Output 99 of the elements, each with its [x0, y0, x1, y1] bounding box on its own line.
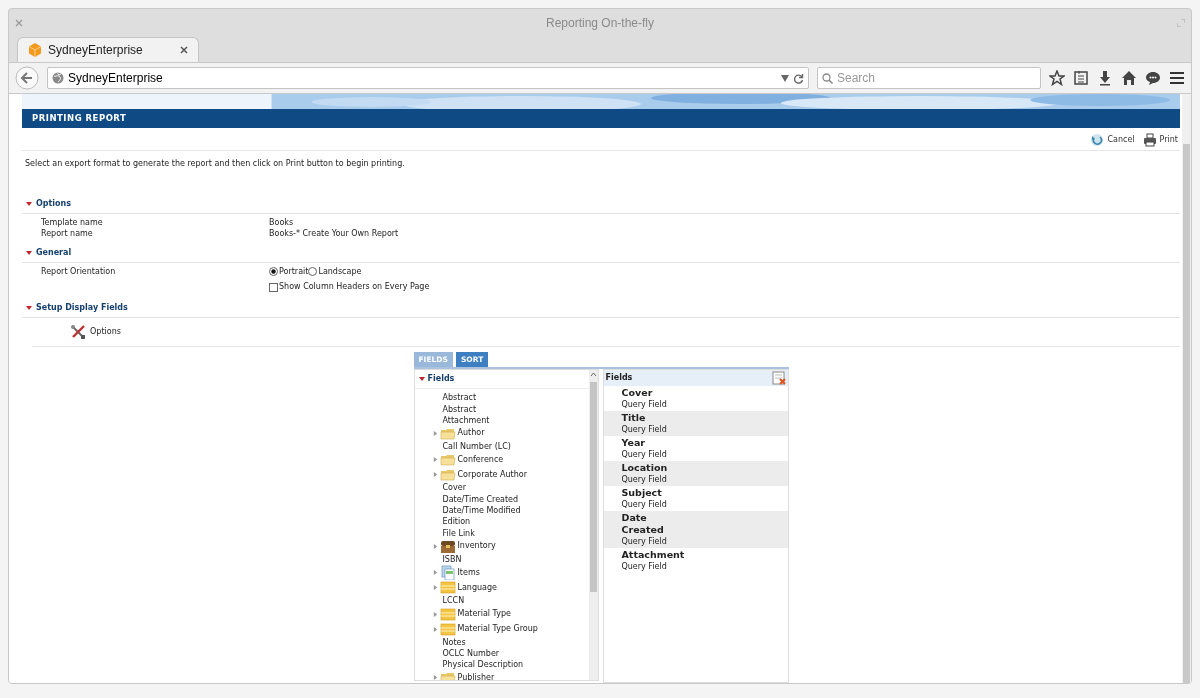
radio-icon — [269, 267, 278, 276]
print-button[interactable]: Print — [1142, 132, 1178, 147]
tree-item[interactable]: Edition — [432, 516, 471, 528]
star-icon[interactable] — [1049, 70, 1065, 86]
chat-icon[interactable] — [1145, 70, 1161, 86]
field-value: Books — [269, 216, 294, 229]
expand-arrow-icon[interactable] — [432, 543, 438, 549]
cancel-button[interactable]: Cancel — [1090, 132, 1135, 147]
tree-item[interactable]: Author — [457, 426, 485, 441]
expand-arrow-icon[interactable] — [432, 626, 438, 632]
collapse-arrow-icon[interactable] — [26, 305, 32, 311]
field-label: Report Orientation — [41, 265, 117, 278]
list-title: Fields — [605, 372, 633, 385]
tree-item[interactable]: Call Number (LC) — [432, 441, 511, 453]
tree-item[interactable]: Abstract — [432, 392, 477, 404]
printer-icon — [1142, 132, 1157, 147]
scrollbar[interactable] — [588, 370, 598, 681]
field-value: Books-* Create Your Own Report — [269, 228, 399, 240]
tools-icon — [70, 324, 86, 340]
close-icon[interactable] — [180, 46, 188, 54]
dropdown-icon[interactable] — [781, 74, 789, 82]
tree-item[interactable]: Material Type — [457, 606, 511, 622]
folder-icon — [439, 452, 456, 468]
window-title: Reporting On-the-fly — [545, 16, 654, 30]
section-title: General — [36, 246, 72, 259]
expand-arrow-icon[interactable] — [432, 457, 438, 463]
tree-title: Fields — [427, 373, 455, 386]
expand-arrow-icon[interactable] — [432, 472, 438, 478]
tree-item[interactable]: Attachment — [432, 414, 490, 427]
home-icon[interactable] — [1121, 70, 1137, 86]
tree-item[interactable]: Date/Time Created — [432, 493, 519, 506]
circular-arrow-icon — [1090, 132, 1105, 147]
chest-icon — [439, 538, 456, 554]
folder-icon — [439, 670, 456, 681]
expand-arrow-icon[interactable] — [432, 675, 438, 681]
expand-arrow-icon[interactable] — [432, 431, 438, 437]
pages-icon — [439, 565, 456, 581]
tree-item[interactable]: Notes — [432, 636, 466, 648]
field-list-item[interactable]: Location Query Field — [603, 461, 788, 487]
tree-item[interactable]: Physical Description — [432, 659, 524, 671]
tree-item[interactable]: Corporate Author — [457, 467, 527, 483]
field-list-item[interactable]: Date Created Query Field — [603, 511, 788, 549]
scrollbar[interactable] — [1182, 94, 1191, 683]
folder-icon — [439, 426, 456, 442]
scroll-up-icon[interactable] — [589, 372, 597, 378]
globe-icon — [52, 72, 64, 84]
folder-icon — [439, 467, 456, 483]
tree-item[interactable]: Cover — [432, 482, 466, 494]
field-list-item[interactable]: Subject Query Field — [603, 486, 788, 512]
table-icon — [439, 580, 456, 596]
tree-item[interactable]: Inventory — [457, 539, 496, 554]
address-bar[interactable]: SydneyEnterprise — [68, 69, 777, 87]
expand-arrow-icon[interactable] — [432, 585, 438, 591]
table-icon — [439, 621, 456, 637]
field-list-item[interactable]: Cover Query Field — [603, 386, 788, 412]
checkbox-option[interactable]: Show Column Headers on Every Page — [269, 281, 430, 293]
reload-icon[interactable] — [793, 72, 804, 84]
section-title: Setup Display Fields — [36, 302, 128, 314]
search-field[interactable]: Search — [817, 67, 1041, 89]
checkbox-icon — [269, 282, 278, 292]
collapse-arrow-icon[interactable] — [418, 376, 425, 383]
tree-item[interactable]: File Link — [432, 527, 475, 539]
field-label: Report name — [41, 228, 94, 240]
radio-icon — [308, 267, 318, 276]
options-link[interactable]: Options — [90, 326, 121, 338]
search-icon — [822, 72, 833, 84]
menu-icon[interactable] — [1169, 71, 1185, 85]
radio-option[interactable]: Portrait — [269, 265, 309, 278]
field-list-item[interactable]: Attachment Query Field — [603, 548, 788, 574]
browser-tab[interactable]: SydneyEnterprise — [17, 37, 199, 62]
tree-item[interactable]: ISBN — [432, 553, 462, 566]
tree-item[interactable]: Abstract — [432, 403, 477, 415]
collapse-arrow-icon[interactable] — [26, 249, 32, 256]
page-header: PRINTING REPORT — [22, 109, 1180, 128]
tree-item[interactable]: Language — [457, 580, 497, 595]
tree-item[interactable]: OCLC Number — [432, 647, 500, 660]
reading-list-icon[interactable] — [1073, 70, 1089, 86]
collapse-arrow-icon[interactable] — [26, 200, 32, 207]
cube-icon — [28, 43, 42, 57]
table-icon — [439, 606, 456, 622]
radio-option[interactable]: Landscape — [308, 265, 362, 278]
tree-item[interactable]: Items — [457, 565, 480, 580]
back-button[interactable] — [15, 66, 39, 90]
tree-item[interactable]: Publisher — [457, 670, 495, 681]
expand-arrow-icon[interactable] — [432, 570, 438, 576]
instruction-text: Select an export format to generate the report and then click on Print button to begin printing. — [24, 157, 406, 170]
tree-item[interactable]: Date/Time Modified — [432, 505, 521, 517]
field-label: Template name — [41, 216, 104, 229]
expand-arrow-icon[interactable] — [432, 611, 438, 617]
field-list-item[interactable]: Title Query Field — [603, 411, 788, 437]
section-title: Options — [36, 197, 72, 210]
address-bar[interactable]: SydneyEnterprise — [47, 67, 809, 89]
download-icon[interactable] — [1097, 70, 1113, 86]
remove-icon[interactable] — [771, 371, 786, 386]
tree-item[interactable]: LCCN — [432, 595, 465, 607]
field-list-item[interactable]: Year Query Field — [603, 436, 788, 462]
search-field[interactable]: Search — [837, 69, 1036, 87]
tree-item[interactable]: Conference — [457, 452, 504, 468]
tree-item[interactable]: Material Type Group — [457, 621, 538, 637]
